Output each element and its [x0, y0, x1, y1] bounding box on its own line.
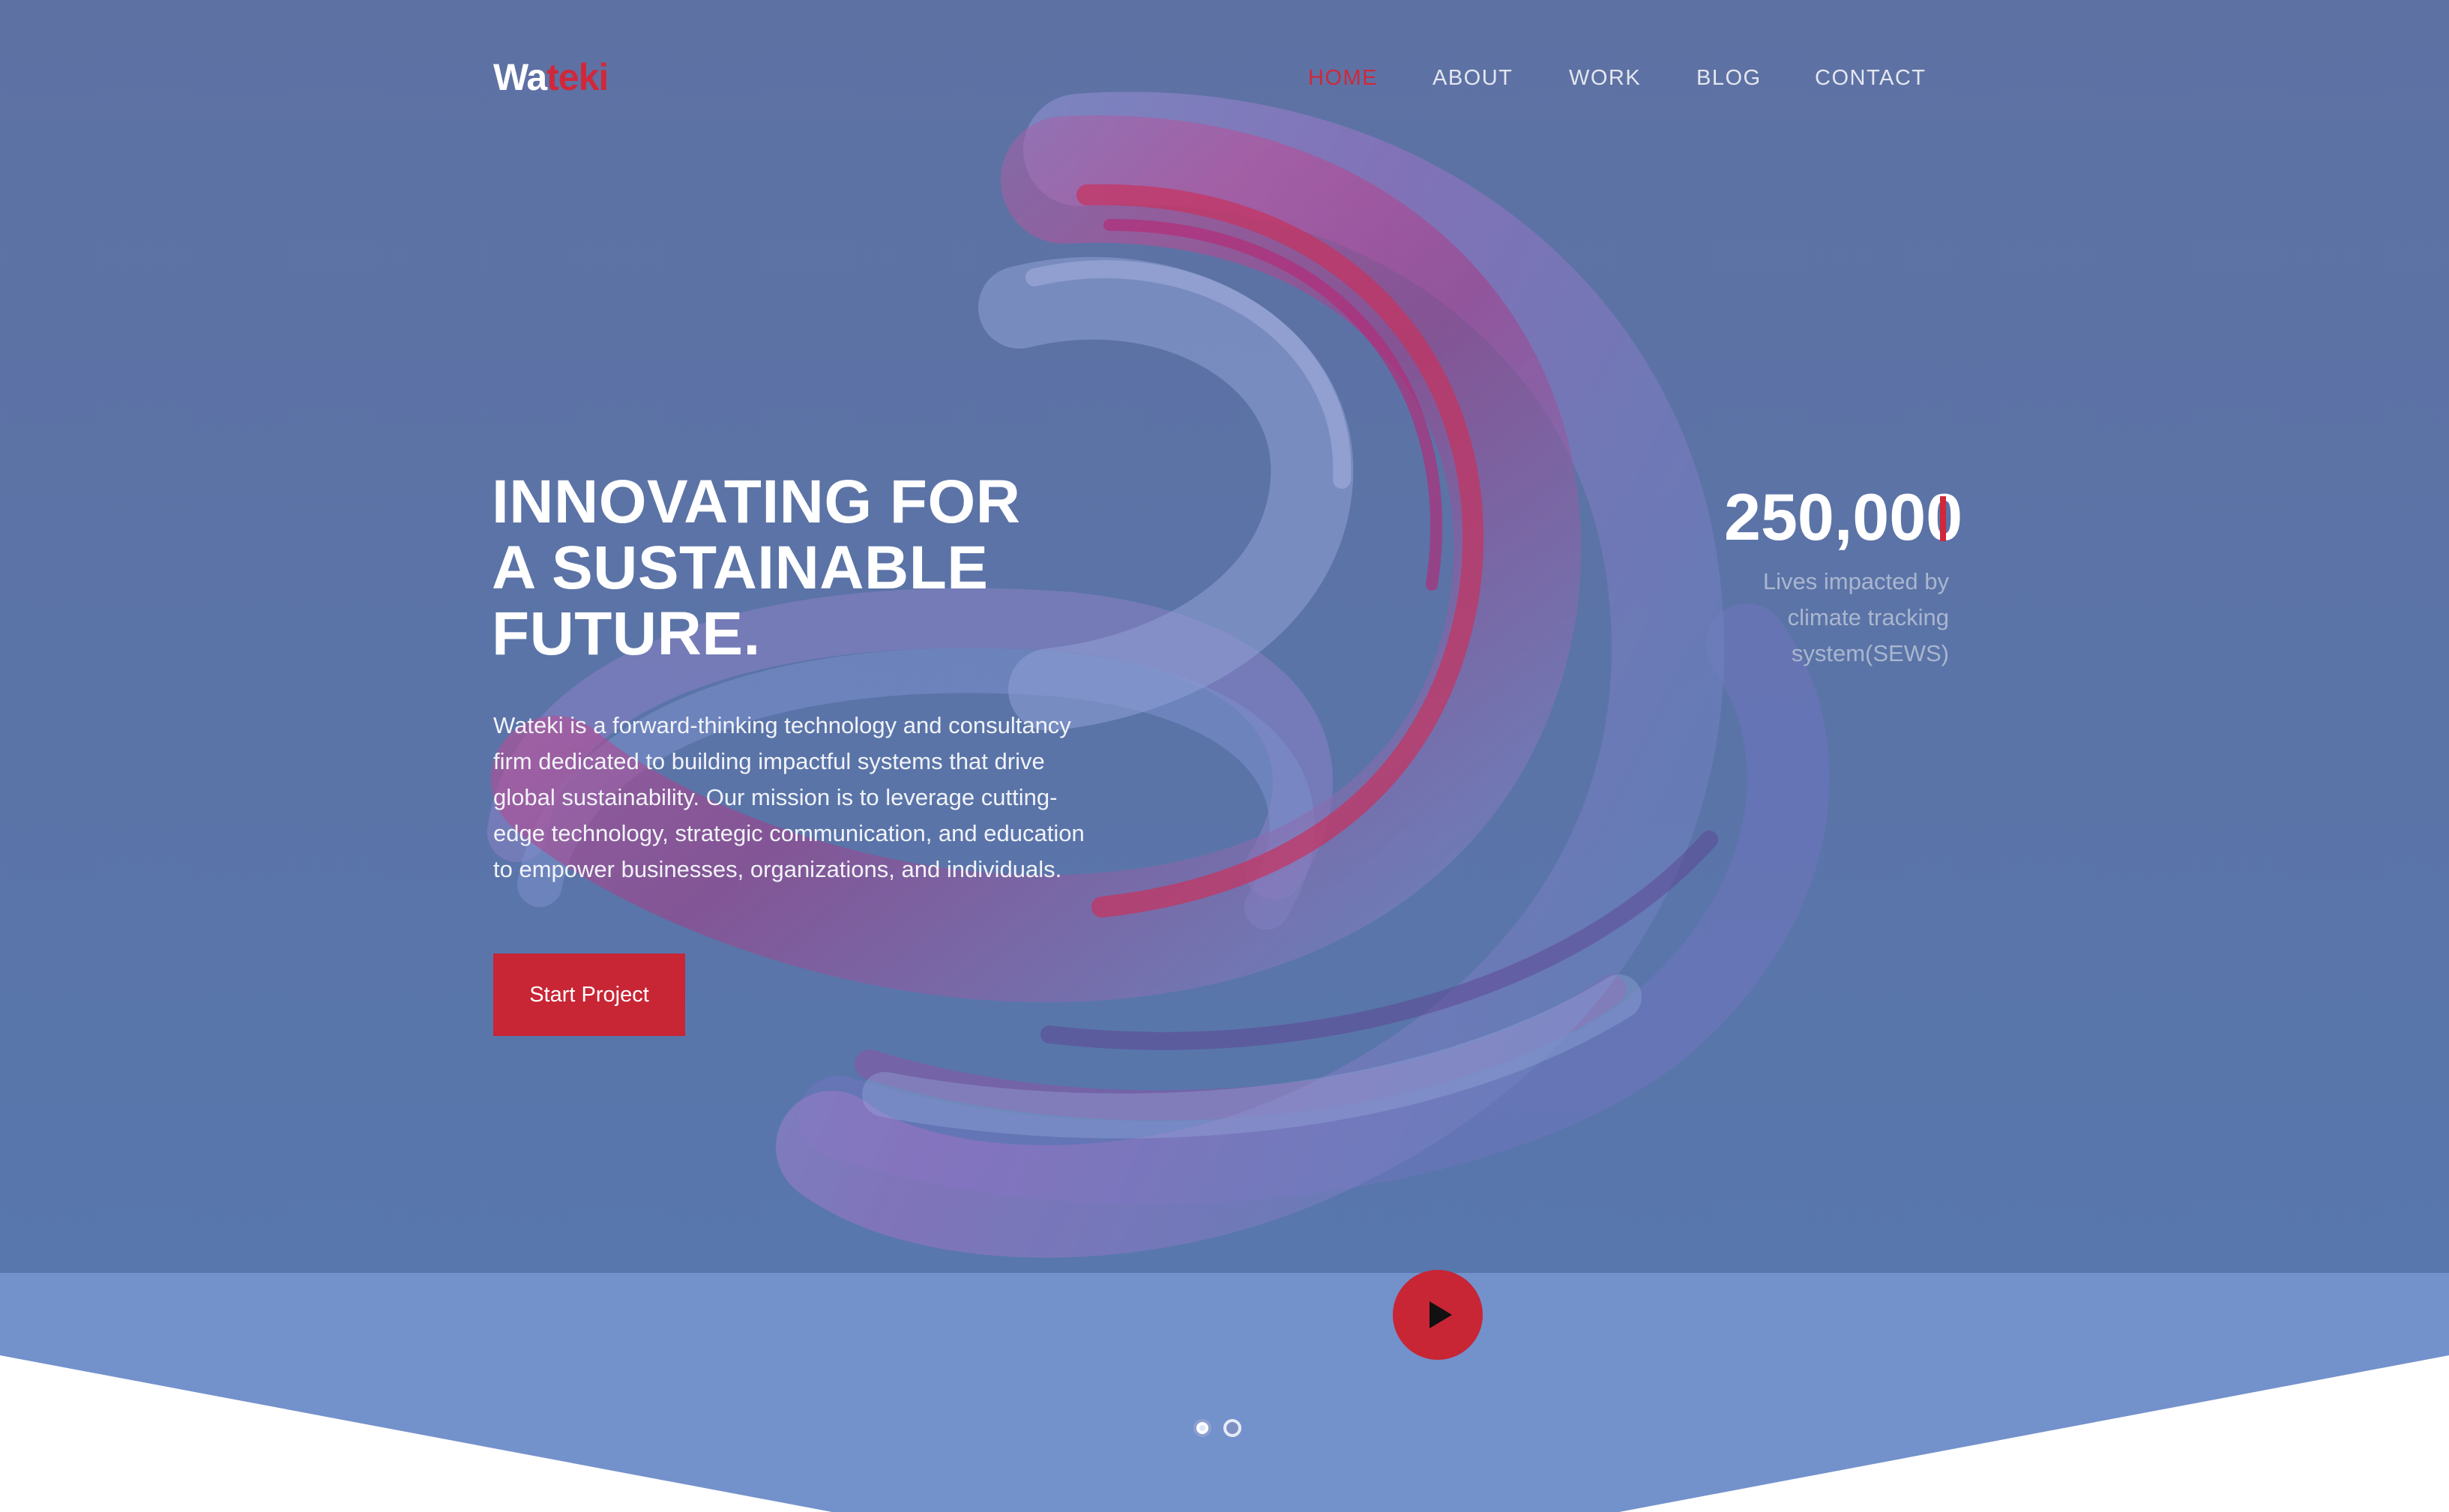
- headline-line-1: INNOVATING FOR: [492, 468, 1021, 536]
- slider-pagination: [1193, 1419, 1247, 1442]
- nav-item-blog[interactable]: BLOG: [1696, 66, 1762, 91]
- stat-counter-cursor: [1940, 496, 1946, 541]
- hero-description: Wateki is a forward-thinking technology …: [493, 712, 1085, 882]
- nav-item-about[interactable]: ABOUT: [1433, 66, 1513, 91]
- abstract-swirl-illustration: [487, 91, 1830, 1258]
- nav-item-home[interactable]: HOME: [1308, 66, 1378, 91]
- stat-label: Lives impacted by climate tracking syste…: [1762, 568, 1949, 666]
- nav-item-work[interactable]: WORK: [1569, 66, 1641, 91]
- band-shape: [0, 1273, 2449, 1512]
- headline-line-3: FUTURE.: [492, 600, 761, 668]
- play-video-button[interactable]: [1393, 1270, 1483, 1360]
- start-project-button[interactable]: Start Project: [493, 954, 685, 1036]
- hero-headline: INNOVATING FOR A SUSTAINABLE FUTURE.: [492, 469, 1166, 667]
- play-icon: [1430, 1301, 1452, 1328]
- main-navigation: HOME ABOUT WORK BLOG CONTACT: [0, 66, 2449, 96]
- slider-dot-2[interactable]: [1223, 1419, 1241, 1437]
- headline-line-2: A SUSTAINABLE: [492, 534, 989, 602]
- hero-section: Wateki HOME ABOUT WORK BLOG CONTACT INNO…: [0, 0, 2449, 1273]
- stat-value: 250,000: [1724, 480, 1963, 554]
- bottom-band: [0, 1273, 2449, 1512]
- slider-dot-1-active[interactable]: [1193, 1419, 1211, 1437]
- nav-item-contact[interactable]: CONTACT: [1815, 66, 1927, 91]
